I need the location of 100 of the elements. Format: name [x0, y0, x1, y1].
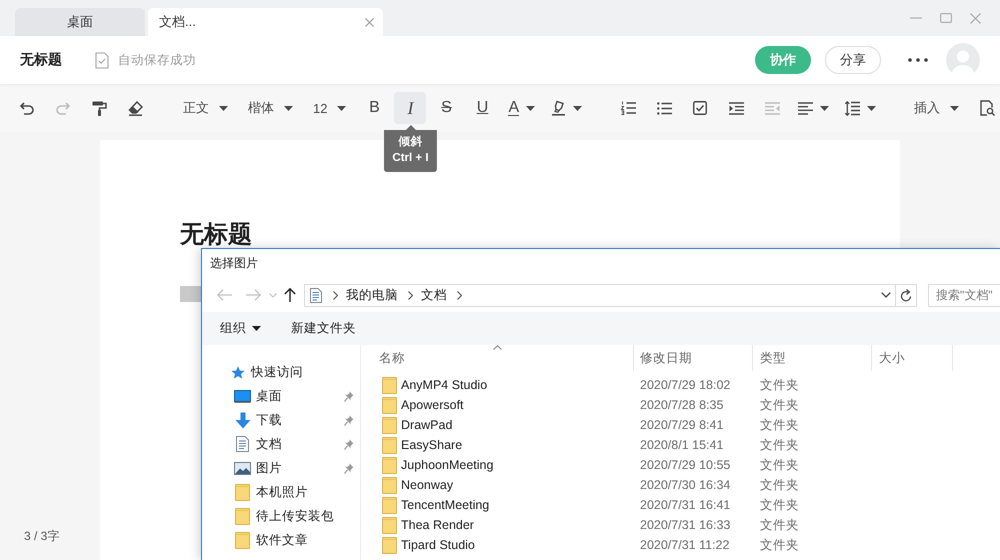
file-type: 文件夹 — [759, 496, 800, 514]
document-icon — [310, 288, 322, 302]
sidebar-item[interactable]: 图片 — [202, 456, 360, 480]
indent-icon — [728, 102, 744, 114]
more-icon[interactable] — [908, 58, 928, 62]
modified-date: 2020/7/31 16:41 — [639, 498, 732, 512]
file-type: 文件夹 — [759, 396, 800, 414]
desktop-icon — [234, 390, 251, 402]
folder-icon — [382, 436, 397, 454]
command-button[interactable]: 新建文件夹 — [291, 316, 356, 340]
folder-icon — [382, 416, 397, 434]
folder-icon — [382, 396, 397, 414]
folder-icon — [382, 536, 397, 554]
pin-icon — [344, 414, 354, 426]
file-name[interactable]: JuphoonMeeting — [401, 458, 494, 472]
breadcrumb-item[interactable]: 文档 — [421, 286, 447, 304]
folder-icon — [382, 516, 397, 534]
sidebar-item[interactable]: 桌面 — [202, 384, 360, 408]
sidebar-item[interactable]: 快速访问 — [202, 360, 360, 384]
file-name[interactable]: AnyMP4 Studio — [401, 378, 488, 392]
numbered-list-icon — [620, 101, 636, 115]
column-header[interactable]: 修改日期 — [634, 345, 753, 371]
tooltip-text: 倾斜 — [398, 135, 422, 150]
bullet-list-icon — [656, 102, 672, 114]
bold-button[interactable]: B — [358, 92, 390, 124]
underline-button[interactable]: U — [466, 92, 498, 124]
sidebar-item[interactable]: 下载 — [202, 408, 360, 432]
right-arrow-icon — [246, 289, 260, 301]
toolbar-dropdown[interactable]: 正文 — [175, 92, 236, 124]
folder-icon — [382, 476, 397, 494]
file-name[interactable]: Tipard Studio — [401, 538, 475, 552]
document-title: 无标题 — [20, 51, 62, 69]
text-selection-highlight — [180, 286, 201, 302]
paint-roller-icon — [92, 100, 106, 116]
file-type: 文件夹 — [759, 536, 800, 554]
modified-date: 2020/8/1 15:41 — [639, 438, 724, 452]
close-icon[interactable] — [365, 18, 374, 26]
sidebar-item[interactable]: 待上传安装包 — [202, 504, 360, 528]
font-color-button[interactable]: A — [502, 92, 542, 124]
pin-icon — [344, 390, 354, 402]
file-name[interactable]: Apowersoft — [401, 398, 464, 412]
file-type: 文件夹 — [759, 476, 800, 494]
sidebar-item[interactable]: 本机照片 — [202, 480, 360, 504]
caret-icon — [950, 106, 960, 110]
folder-icon — [382, 496, 397, 514]
task-list-icon — [693, 101, 708, 115]
toolbar-dropdown[interactable]: 楷体 — [240, 92, 301, 124]
align-left-icon — [798, 102, 814, 114]
share-button[interactable]: 分享 — [825, 46, 881, 74]
tab[interactable]: 桌面 — [15, 8, 145, 36]
word-count: 3 / 3字 — [24, 528, 60, 545]
pin-icon — [344, 462, 354, 474]
chevron-right-icon — [333, 290, 338, 300]
modified-date: 2020/7/29 18:02 — [639, 378, 732, 392]
refresh-button[interactable] — [896, 284, 917, 306]
breadcrumb-item[interactable]: 我的电脑 — [346, 286, 398, 304]
search-field[interactable]: 搜索"文档" — [928, 284, 1000, 306]
left-arrow-icon — [216, 289, 232, 301]
file-type: 文件夹 — [759, 436, 800, 454]
italic-button[interactable]: I — [394, 92, 426, 124]
sidebar-item[interactable]: 软件文章 — [202, 528, 360, 552]
caret-icon — [219, 106, 228, 110]
toolbar-dropdown[interactable]: 12 — [305, 92, 354, 124]
document-heading: 无标题 — [180, 221, 252, 249]
modified-date: 2020/7/29 8:41 — [639, 418, 724, 432]
undo-icon — [19, 102, 35, 114]
dialog-title: 选择图片 — [210, 255, 258, 272]
chevron-down-icon[interactable] — [881, 292, 891, 298]
file-type: 文件夹 — [759, 376, 800, 394]
column-header[interactable]: 类型 — [753, 345, 872, 371]
tab[interactable]: 文档... — [148, 8, 383, 36]
sidebar-item[interactable]: 文档 — [202, 432, 360, 456]
folder-icon — [235, 484, 250, 500]
toolbar-dropdown[interactable]: 插入 — [906, 92, 968, 124]
saved-document-icon — [95, 52, 109, 68]
find-in-document-icon — [980, 100, 995, 116]
folder-icon — [382, 376, 397, 394]
column-header[interactable]: 名称 — [361, 345, 634, 371]
file-name[interactable]: Thea Render — [401, 518, 474, 532]
eraser-icon — [128, 100, 142, 116]
command-button[interactable]: 组织 — [220, 316, 261, 340]
picture-icon — [234, 462, 251, 474]
column-header[interactable]: 大小 — [872, 345, 953, 371]
file-name[interactable]: Neonway — [401, 478, 454, 492]
star-icon — [230, 366, 244, 378]
sort-caret-icon — [493, 345, 502, 350]
pin-icon — [344, 438, 354, 450]
chevron-down-icon — [269, 292, 277, 298]
file-name[interactable]: DrawPad — [401, 418, 452, 432]
address-bar[interactable]: 我的电脑 文档 — [304, 284, 896, 306]
file-name[interactable]: EasyShare — [401, 438, 462, 452]
folder-icon — [235, 532, 250, 548]
outdent-icon — [764, 102, 780, 114]
file-name[interactable]: TencentMeeting — [401, 498, 490, 512]
highlighter-icon — [551, 100, 566, 116]
caret-icon — [284, 106, 293, 110]
caret-icon — [252, 326, 261, 331]
strikethrough-button[interactable]: S — [430, 92, 462, 124]
line-spacing-icon — [845, 100, 860, 116]
modified-date: 2020/7/31 16:33 — [639, 518, 732, 532]
